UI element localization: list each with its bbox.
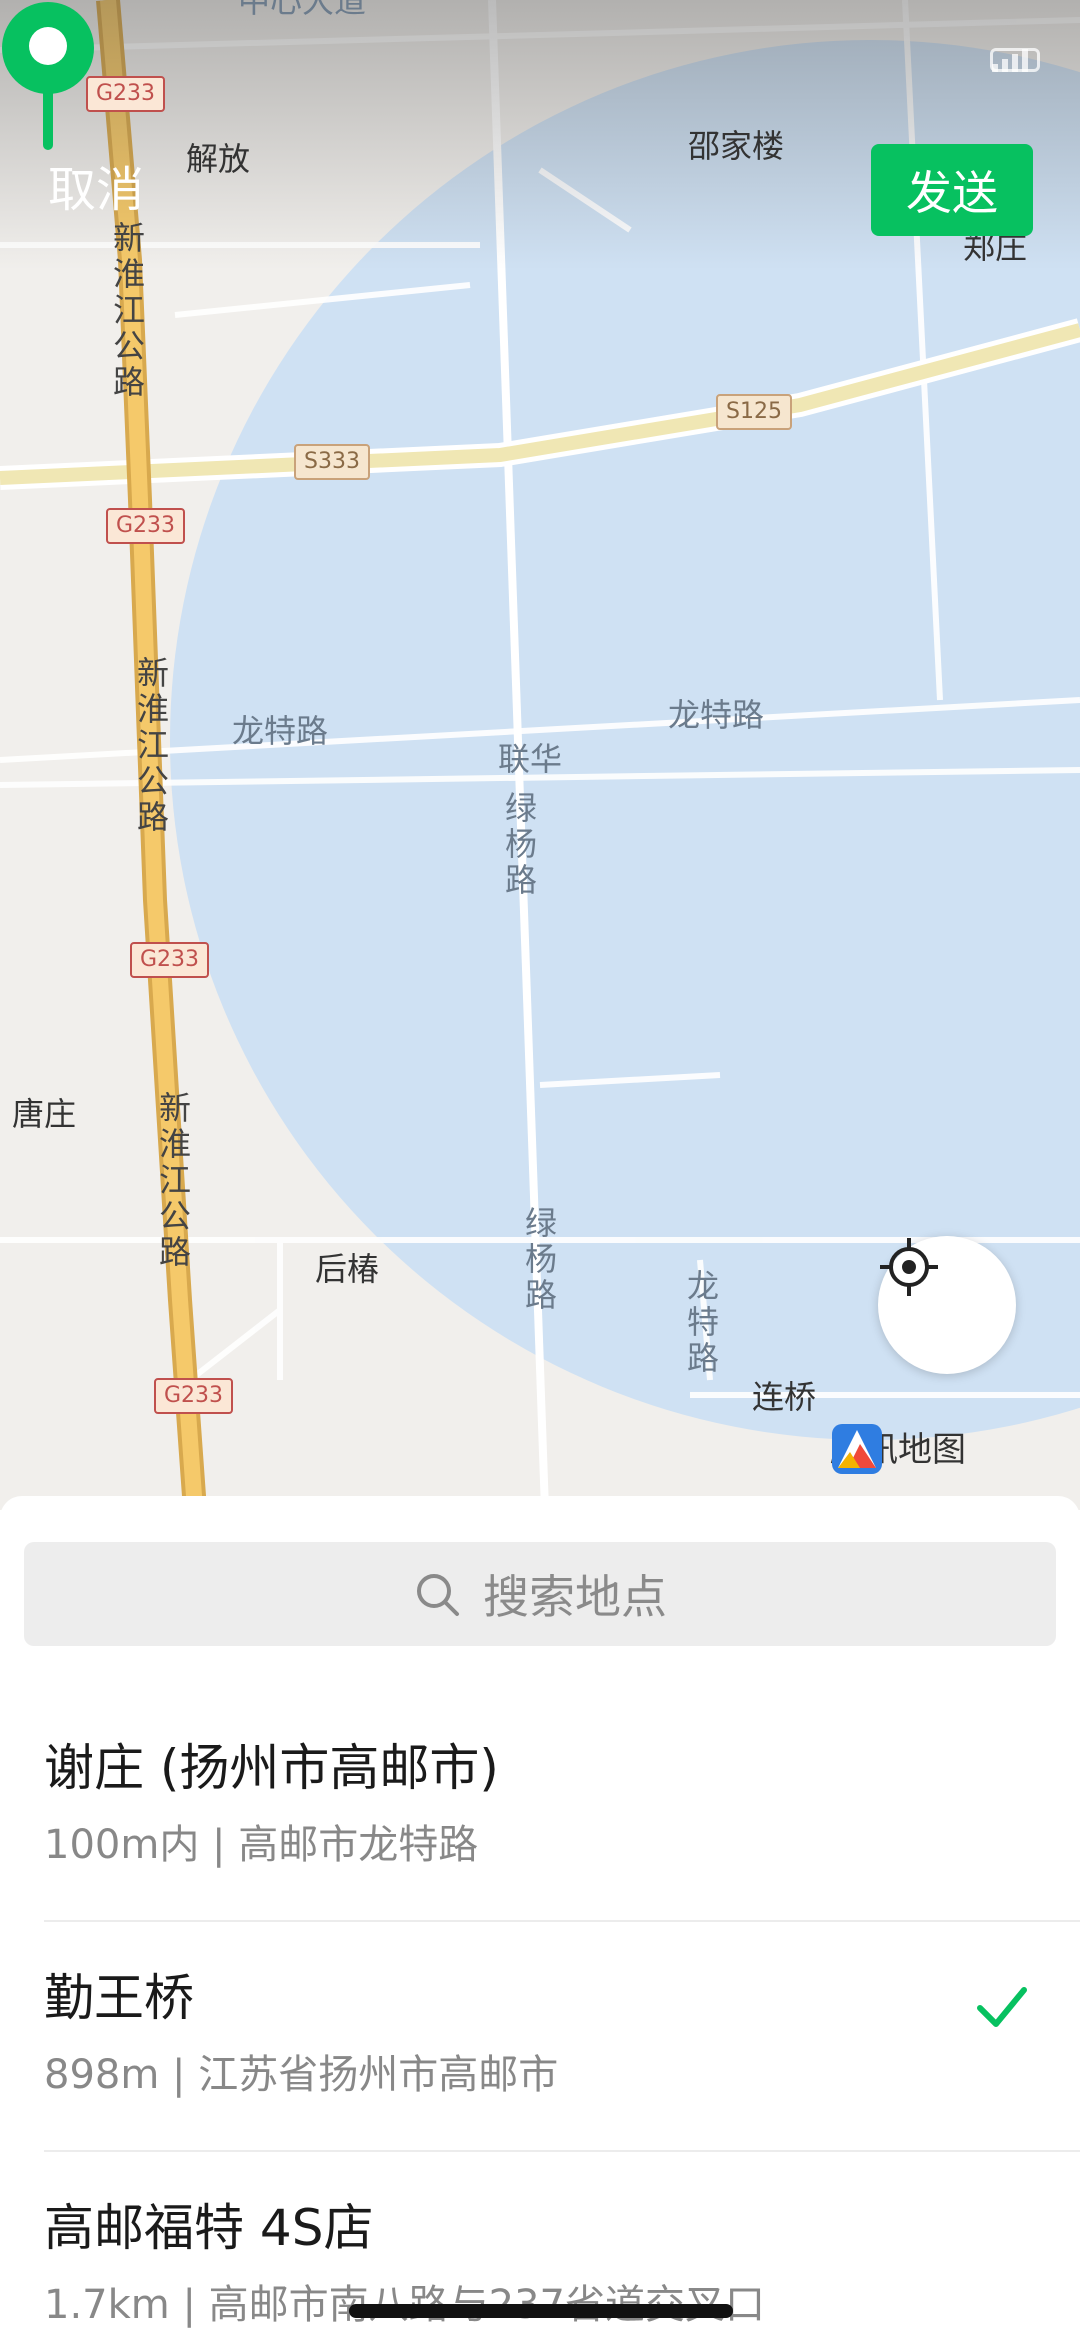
map-label: 联华 — [498, 740, 563, 778]
map-brand: 腾讯地图 — [830, 1422, 966, 1474]
home-indicator[interactable] — [349, 2304, 733, 2318]
map-label: 龙特路 — [232, 712, 329, 750]
map-label: 解放 — [186, 140, 251, 178]
signal-icon — [992, 49, 1028, 72]
map-view[interactable]: 中心大道 解放 邵家楼 郑庄 龙特路 龙特路 联华 唐庄 后椿 连桥 新淮江公路… — [0, 0, 1080, 1510]
road-label: 新淮江公路 — [158, 1089, 191, 1271]
result-name: 高邮福特 4S店 — [44, 2199, 374, 2257]
map-label: 龙特路 — [668, 696, 765, 734]
road-label: 绿杨路 — [524, 1204, 557, 1314]
map-label: 连桥 — [752, 1378, 817, 1416]
road-shield: G233 — [130, 942, 210, 978]
road-shield: S333 — [294, 444, 370, 480]
checkmark-icon — [977, 1987, 1027, 2027]
result-detail: 898m | 江苏省扬州市高邮市 — [44, 2052, 559, 2098]
search-placeholder: 搜索地点 — [483, 1570, 667, 1624]
bottom-sheet: 搜索地点 谢庄 (扬州市高邮市) 100m内 | 高邮市龙特路 勤王桥 898m… — [0, 1496, 1080, 2339]
result-item[interactable]: 谢庄 (扬州市高邮市) 100m内 | 高邮市龙特路 — [0, 1692, 1080, 1922]
map-label: 邵家楼 — [688, 127, 785, 165]
road-label: 龙特路 — [686, 1267, 719, 1377]
search-icon — [417, 1574, 459, 1616]
road-label: 新淮江公路 — [136, 654, 169, 836]
road-label: 新淮江公路 — [112, 219, 145, 401]
road-shield: S125 — [716, 394, 792, 430]
result-item[interactable]: 勤王桥 898m | 江苏省扬州市高邮市 — [0, 1922, 1080, 2152]
map-label: 后椿 — [315, 1250, 380, 1288]
my-location-button[interactable] — [878, 1236, 1016, 1374]
send-button[interactable]: 发送 — [871, 144, 1033, 236]
search-box[interactable]: 搜索地点 — [24, 1542, 1056, 1646]
status-bar — [990, 48, 1040, 72]
result-detail: 1.7km | 高邮市南八路与237省道交叉口 — [44, 2282, 765, 2328]
result-name: 谢庄 (扬州市高邮市) — [44, 1739, 499, 1797]
result-detail: 100m内 | 高邮市龙特路 — [44, 1822, 479, 1868]
map-label: 中心大道 — [238, 0, 367, 20]
tencent-map-logo-icon — [832, 1424, 882, 1474]
result-name: 勤王桥 — [44, 1969, 194, 2027]
location-pin-icon — [2, 2, 94, 150]
road-shield: G233 — [154, 1378, 234, 1414]
road-shield: G233 — [106, 508, 186, 544]
road-shield: G233 — [86, 76, 166, 112]
cancel-button[interactable]: 取消 — [48, 160, 144, 220]
crosshair-icon — [880, 1238, 938, 1296]
map-label: 唐庄 — [12, 1095, 77, 1133]
road-label: 绿杨路 — [504, 789, 537, 899]
